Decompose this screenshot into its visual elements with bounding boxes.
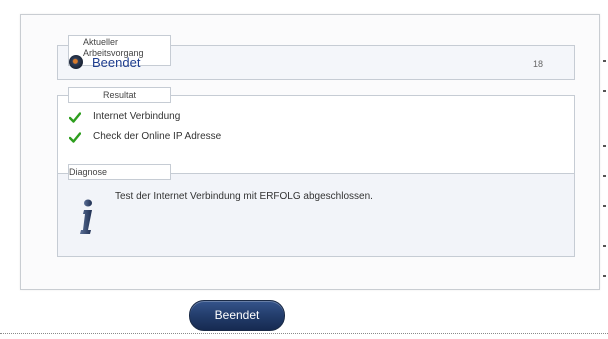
right-edge-mark: [603, 275, 606, 277]
diagnosis-group: [57, 173, 575, 257]
right-edge-mark: [603, 245, 606, 247]
diagnosis-message: Test der Internet Verbindung mit ERFOLG …: [115, 191, 373, 202]
check-icon: [69, 112, 81, 123]
right-edge-mark: [603, 205, 606, 207]
right-edge-mark: [603, 90, 606, 92]
status-icon: [69, 55, 83, 69]
step-count: 18: [533, 59, 544, 69]
result-item: Internet Verbindung: [93, 111, 181, 122]
result-label: Resultat: [68, 87, 171, 103]
current-status: Beendet: [92, 55, 141, 70]
check-icon: [69, 132, 81, 143]
right-edge-mark: [603, 60, 606, 62]
diagnosis-label: Diagnose: [68, 164, 171, 180]
bottom-divider: [0, 333, 608, 338]
result-item: Check der Online IP Adresse: [93, 131, 222, 142]
right-edge-mark: [603, 145, 606, 147]
info-icon: [80, 199, 92, 234]
main-panel: Aktueller Arbeitsvorgang Beendet 18 Resu…: [20, 14, 600, 290]
finish-button[interactable]: Beendet: [189, 300, 285, 331]
right-edge-mark: [603, 175, 606, 177]
